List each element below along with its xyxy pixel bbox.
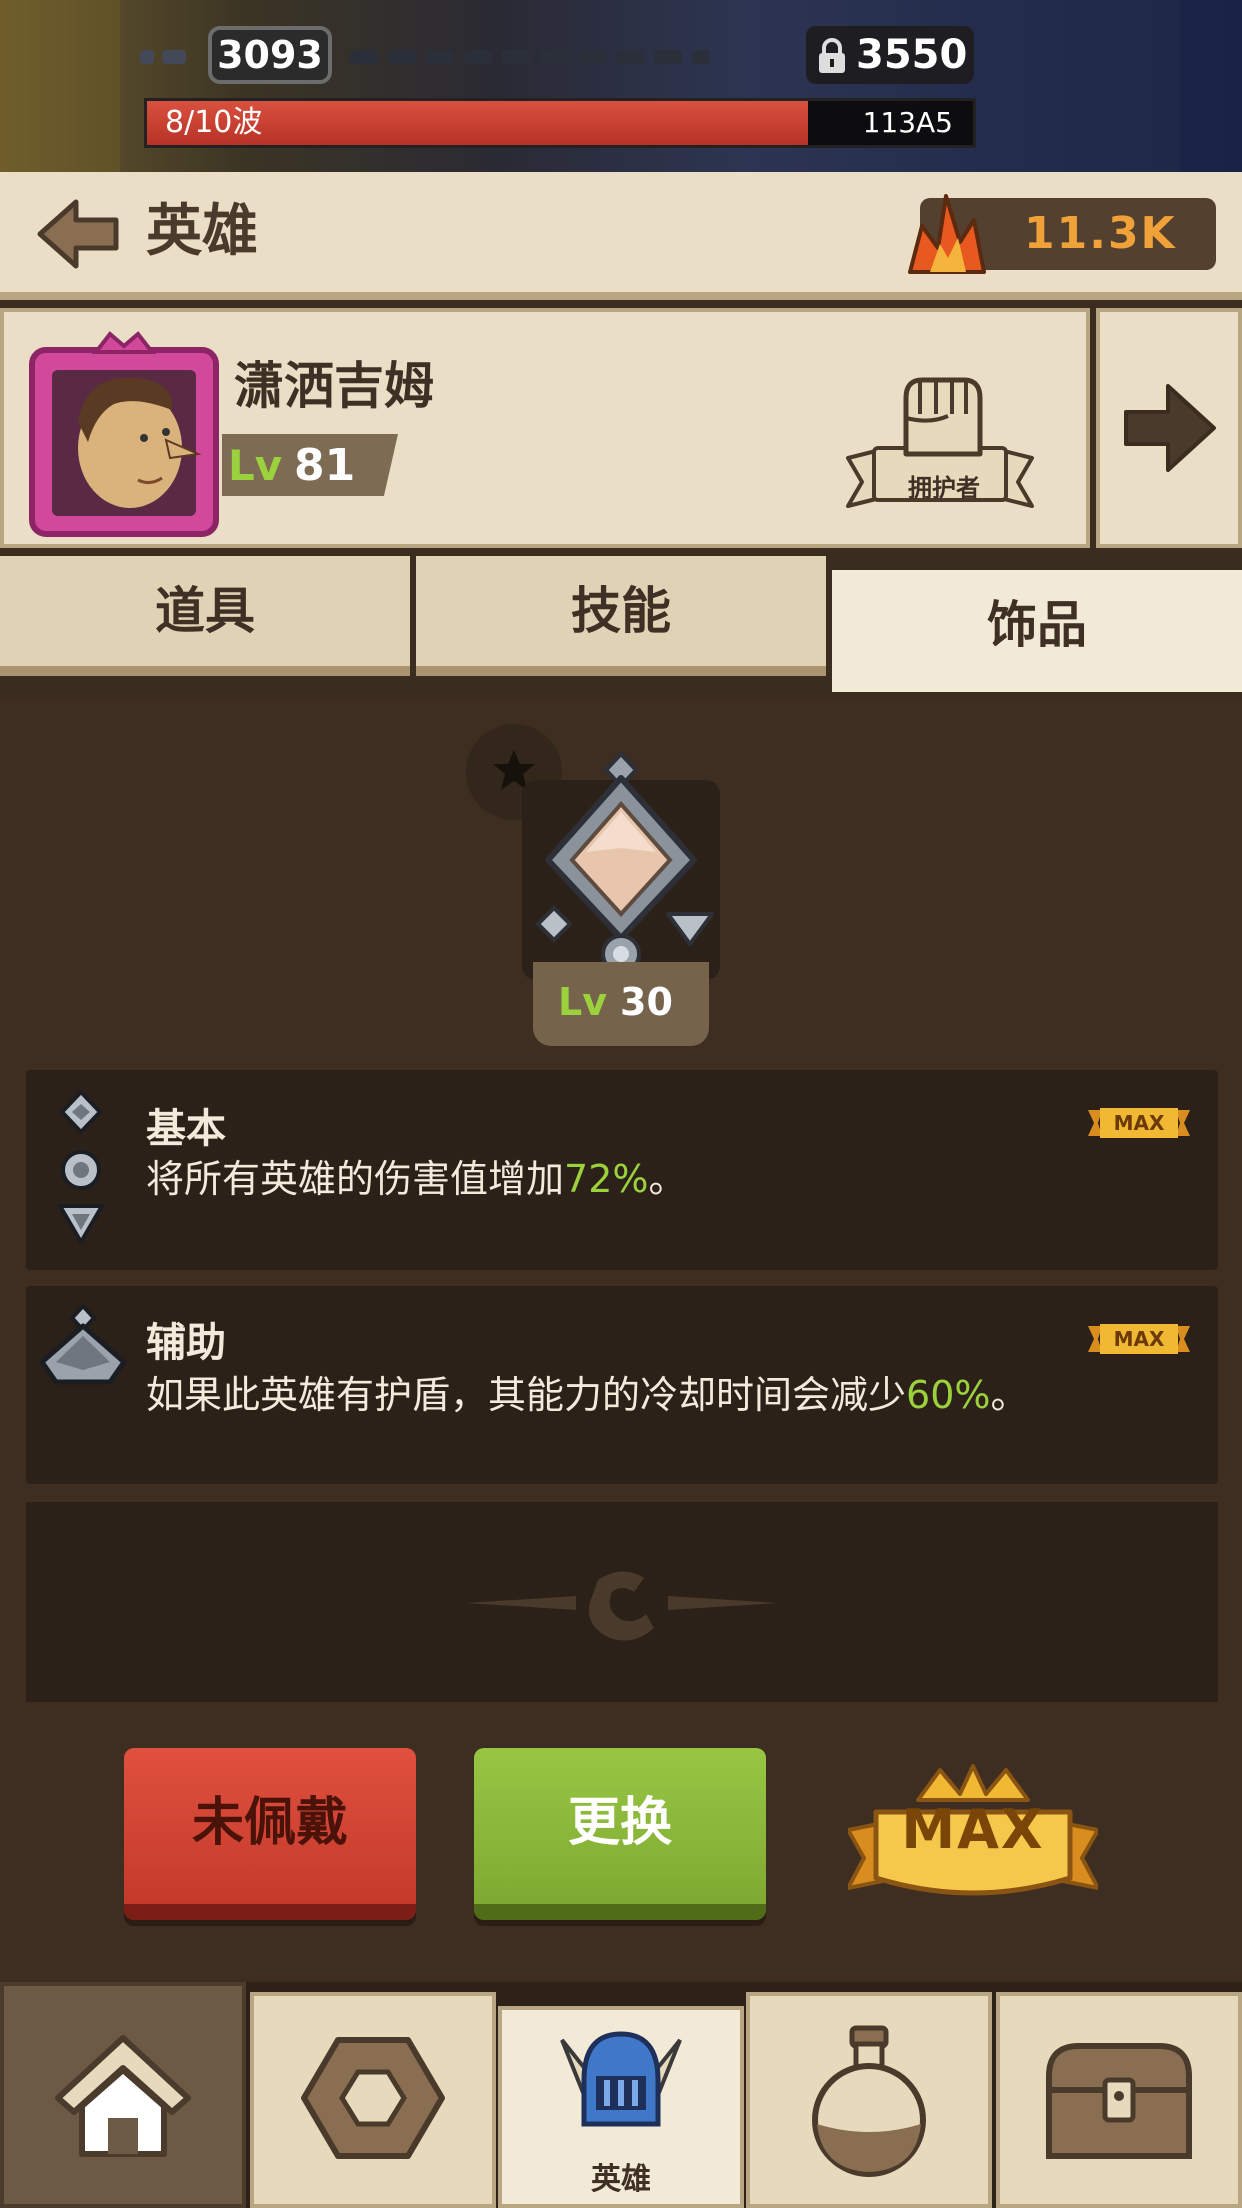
wave-progress-bar: 8/10波 113A5 [144, 98, 976, 148]
score-counter: 3093 [208, 26, 332, 84]
wave-label: 8/10波 [165, 105, 263, 140]
wave-segment [140, 50, 154, 64]
lock-icon [819, 38, 845, 73]
amulet-socket-icon [39, 1304, 127, 1385]
back-arrow-icon[interactable] [36, 196, 120, 272]
crystal-icon [908, 194, 986, 274]
wave-segment [464, 50, 492, 64]
page-title: 英雄 [146, 199, 258, 264]
effect-text: 如果此英雄有护盾，其能力的冷却时间会减少 [146, 1373, 907, 1417]
wave-id: 113A5 [862, 106, 953, 139]
effect-title: 基本 [146, 1106, 226, 1152]
wave-segment [162, 50, 186, 64]
nav-potions[interactable] [746, 1992, 992, 2208]
potion-icon [812, 2025, 926, 2177]
nav-upgrades[interactable] [250, 1992, 496, 2208]
background-decoration [0, 0, 120, 172]
nav-heroes-label: 英雄 [591, 2162, 651, 2197]
hero-info-card: 潇洒吉姆 Lv 81 拥护者 [0, 308, 1090, 548]
home-icon [55, 2035, 191, 2157]
next-hero-button[interactable] [1096, 308, 1242, 548]
gear-nut-icon [301, 2037, 445, 2159]
arrow-right-icon [1124, 384, 1216, 472]
treasure-chest-icon [1046, 2043, 1192, 2159]
wave-segment [350, 50, 378, 64]
effect-text-end: 。 [648, 1157, 687, 1201]
max-badge-label: MAX [1113, 1111, 1165, 1135]
trinket-amulet-icon [535, 751, 714, 974]
max-badge: MAX [1088, 1106, 1190, 1140]
gem-sockets-icon [58, 1090, 104, 1244]
tab-skills[interactable]: 技能 [416, 556, 826, 676]
hero-class-label: 拥护者 [908, 474, 980, 502]
effect-value: 60% [906, 1373, 991, 1417]
effect-title: 辅助 [146, 1320, 226, 1366]
wave-segment [692, 50, 710, 64]
swap-trinket-button[interactable]: 更换 [474, 1748, 766, 1920]
wave-segment [388, 50, 416, 64]
locked-currency: 3550 [806, 26, 974, 84]
tab-trinkets[interactable]: 饰品 [832, 570, 1242, 692]
wave-segment [502, 50, 530, 64]
max-emblem-label: MAX [901, 1798, 1045, 1861]
background-decoration [1180, 0, 1242, 172]
wave-segment [540, 50, 568, 64]
empty-effect-slot [26, 1502, 1218, 1702]
unequip-button[interactable]: 未佩戴 [124, 1748, 416, 1920]
wave-segment [426, 50, 454, 64]
nav-home[interactable] [0, 1982, 246, 2208]
tab-items[interactable]: 道具 [0, 556, 410, 676]
wave-segment [616, 50, 644, 64]
wave-segment [654, 50, 682, 64]
effect-card-support: 辅助 如果此英雄有护盾，其能力的冷却时间会减少60%。 MAX [26, 1286, 1218, 1484]
nav-heroes[interactable]: 英雄 [498, 2006, 744, 2208]
game-status-strip: 3093 3550 8/10波 113A5 [0, 0, 1242, 172]
hero-level-value: 81 [294, 440, 356, 491]
hero-tabs: 道具 技能 饰品 [0, 552, 1242, 692]
hero-portrait[interactable] [26, 330, 222, 538]
locked-value: 3550 [856, 32, 968, 78]
effect-card-basic: 基本 将所有英雄的伤害值增加72%。 MAX [26, 1070, 1218, 1270]
nav-chests[interactable] [996, 1992, 1242, 2208]
bottom-navigation: 英雄 [0, 1982, 1242, 2208]
hero-name: 潇洒吉姆 [234, 357, 434, 415]
effect-value: 72% [564, 1157, 649, 1201]
knight-helmet-icon [560, 2031, 682, 2127]
trinket-level-value: 30 [620, 980, 673, 1024]
effect-text-end: 。 [990, 1373, 1029, 1417]
max-level-emblem: MAX [848, 1760, 1098, 1910]
wave-segment [578, 50, 606, 64]
hero-level-prefix: Lv [228, 441, 283, 490]
effect-text: 将所有英雄的伤害值增加 [146, 1157, 565, 1201]
crystal-value: 11.3K [1024, 208, 1177, 259]
empty-slot-ornament-icon [466, 1571, 778, 1641]
effect-description: 将所有英雄的伤害值增加72%。 [146, 1148, 687, 1203]
max-badge: MAX [1088, 1322, 1190, 1356]
trinket-level-prefix: Lv [558, 980, 607, 1024]
max-badge-label: MAX [1113, 1327, 1165, 1351]
effect-description: 如果此英雄有护盾，其能力的冷却时间会减少60%。 [146, 1364, 1029, 1419]
page-header: 英雄 11.3K [0, 172, 1242, 300]
